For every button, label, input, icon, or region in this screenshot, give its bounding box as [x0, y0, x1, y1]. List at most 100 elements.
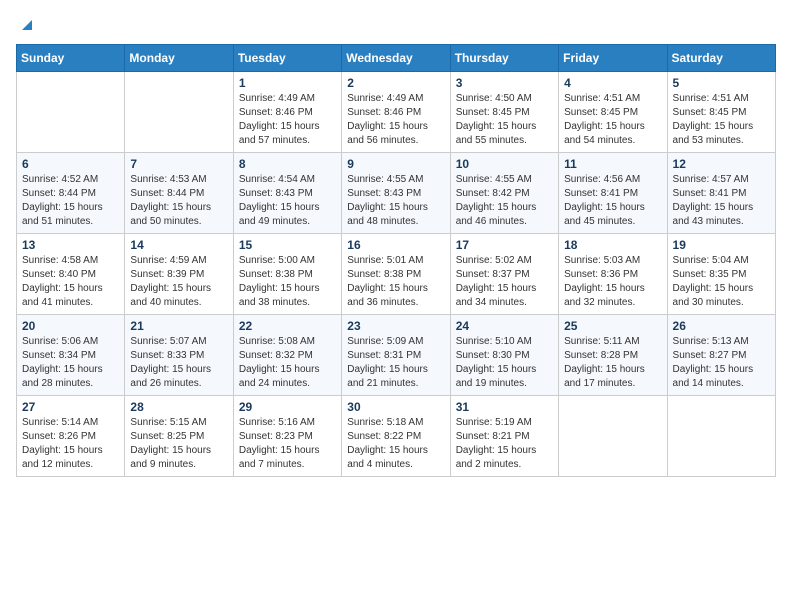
day-number: 26	[673, 319, 770, 333]
calendar-table: SundayMondayTuesdayWednesdayThursdayFrid…	[16, 44, 776, 477]
calendar-cell: 7 Sunrise: 4:53 AM Sunset: 8:44 PM Daylig…	[125, 153, 233, 234]
day-info: Sunrise: 5:03 AM Sunset: 8:36 PM Dayligh…	[564, 254, 661, 310]
week-row-2: 6Sunrise: 4:52 AM Sunset: 8:44 PM Daylig…	[17, 153, 776, 234]
day-number: 24	[456, 319, 553, 333]
calendar-cell: 28 Sunrise: 5:15 AM Sunset: 8:25 PM Dayli…	[125, 396, 233, 477]
day-number: 19	[673, 238, 770, 252]
day-info: Sunrise: 4:59 AM Sunset: 8:39 PM Dayligh…	[130, 254, 227, 310]
logo	[16, 16, 36, 34]
calendar-cell: 29Sunrise: 5:16 AM Sunset: 8:23 PM Dayli…	[233, 396, 341, 477]
calendar-cell: 27Sunrise: 5:14 AM Sunset: 8:26 PM Dayli…	[17, 396, 125, 477]
calendar-cell: 16 Sunrise: 5:01 AM Sunset: 8:38 PM Dayli…	[342, 234, 450, 315]
day-info: Sunrise: 4:55 AM Sunset: 8:43 PM Dayligh…	[347, 173, 444, 229]
day-info: Sunrise: 5:16 AM Sunset: 8:23 PM Dayligh…	[239, 416, 336, 472]
calendar-cell: 22Sunrise: 5:08 AM Sunset: 8:32 PM Dayli…	[233, 315, 341, 396]
day-info: Sunrise: 5:02 AM Sunset: 8:37 PM Dayligh…	[456, 254, 553, 310]
day-number: 31	[456, 400, 553, 414]
calendar-cell: 12 Sunrise: 4:57 AM Sunset: 8:41 PM Dayli…	[667, 153, 775, 234]
calendar-cell: 8Sunrise: 4:54 AM Sunset: 8:43 PM Daylig…	[233, 153, 341, 234]
day-number: 11	[564, 157, 661, 171]
day-number: 1	[239, 76, 336, 90]
day-info: Sunrise: 4:56 AM Sunset: 8:41 PM Dayligh…	[564, 173, 661, 229]
calendar-cell	[559, 396, 667, 477]
calendar-cell	[667, 396, 775, 477]
day-number: 28	[130, 400, 227, 414]
calendar-cell: 2Sunrise: 4:49 AM Sunset: 8:46 PM Daylig…	[342, 72, 450, 153]
calendar-cell: 6Sunrise: 4:52 AM Sunset: 8:44 PM Daylig…	[17, 153, 125, 234]
page-header	[16, 16, 776, 34]
calendar-cell: 11 Sunrise: 4:56 AM Sunset: 8:41 PM Dayli…	[559, 153, 667, 234]
week-row-3: 13 Sunrise: 4:58 AM Sunset: 8:40 PM Dayli…	[17, 234, 776, 315]
day-info: Sunrise: 4:51 AM Sunset: 8:45 PM Dayligh…	[673, 92, 770, 148]
day-info: Sunrise: 5:19 AM Sunset: 8:21 PM Dayligh…	[456, 416, 553, 472]
day-header-saturday: Saturday	[667, 45, 775, 72]
day-number: 6	[22, 157, 119, 171]
day-header-monday: Monday	[125, 45, 233, 72]
day-number: 18	[564, 238, 661, 252]
calendar-cell: 1 Sunrise: 4:49 AM Sunset: 8:46 PM Daylig…	[233, 72, 341, 153]
day-header-sunday: Sunday	[17, 45, 125, 72]
day-number: 15	[239, 238, 336, 252]
day-info: Sunrise: 5:01 AM Sunset: 8:38 PM Dayligh…	[347, 254, 444, 310]
calendar-cell	[125, 72, 233, 153]
day-info: Sunrise: 5:08 AM Sunset: 8:32 PM Dayligh…	[239, 335, 336, 391]
day-info: Sunrise: 4:58 AM Sunset: 8:40 PM Dayligh…	[22, 254, 119, 310]
day-info: Sunrise: 5:18 AM Sunset: 8:22 PM Dayligh…	[347, 416, 444, 472]
day-header-wednesday: Wednesday	[342, 45, 450, 72]
calendar-cell: 14 Sunrise: 4:59 AM Sunset: 8:39 PM Dayli…	[125, 234, 233, 315]
day-info: Sunrise: 4:53 AM Sunset: 8:44 PM Dayligh…	[130, 173, 227, 229]
day-header-friday: Friday	[559, 45, 667, 72]
day-number: 13	[22, 238, 119, 252]
day-info: Sunrise: 5:09 AM Sunset: 8:31 PM Dayligh…	[347, 335, 444, 391]
day-number: 23	[347, 319, 444, 333]
day-header-thursday: Thursday	[450, 45, 558, 72]
week-row-1: 1 Sunrise: 4:49 AM Sunset: 8:46 PM Daylig…	[17, 72, 776, 153]
calendar-header-row: SundayMondayTuesdayWednesdayThursdayFrid…	[17, 45, 776, 72]
day-info: Sunrise: 4:49 AM Sunset: 8:46 PM Dayligh…	[347, 92, 444, 148]
calendar-cell	[17, 72, 125, 153]
day-header-tuesday: Tuesday	[233, 45, 341, 72]
calendar-cell: 24 Sunrise: 5:10 AM Sunset: 8:30 PM Dayli…	[450, 315, 558, 396]
calendar-cell: 9 Sunrise: 4:55 AM Sunset: 8:43 PM Daylig…	[342, 153, 450, 234]
day-info: Sunrise: 4:54 AM Sunset: 8:43 PM Dayligh…	[239, 173, 336, 229]
day-info: Sunrise: 4:55 AM Sunset: 8:42 PM Dayligh…	[456, 173, 553, 229]
day-number: 17	[456, 238, 553, 252]
week-row-5: 27Sunrise: 5:14 AM Sunset: 8:26 PM Dayli…	[17, 396, 776, 477]
calendar-cell: 31 Sunrise: 5:19 AM Sunset: 8:21 PM Dayli…	[450, 396, 558, 477]
day-number: 14	[130, 238, 227, 252]
day-number: 7	[130, 157, 227, 171]
day-number: 20	[22, 319, 119, 333]
day-info: Sunrise: 4:49 AM Sunset: 8:46 PM Dayligh…	[239, 92, 336, 148]
day-number: 3	[456, 76, 553, 90]
calendar-cell: 13 Sunrise: 4:58 AM Sunset: 8:40 PM Dayli…	[17, 234, 125, 315]
calendar-cell: 3 Sunrise: 4:50 AM Sunset: 8:45 PM Daylig…	[450, 72, 558, 153]
calendar-cell: 10Sunrise: 4:55 AM Sunset: 8:42 PM Dayli…	[450, 153, 558, 234]
calendar-cell: 30 Sunrise: 5:18 AM Sunset: 8:22 PM Dayli…	[342, 396, 450, 477]
day-info: Sunrise: 5:06 AM Sunset: 8:34 PM Dayligh…	[22, 335, 119, 391]
day-number: 12	[673, 157, 770, 171]
week-row-4: 20 Sunrise: 5:06 AM Sunset: 8:34 PM Dayli…	[17, 315, 776, 396]
day-number: 4	[564, 76, 661, 90]
day-number: 30	[347, 400, 444, 414]
day-info: Sunrise: 5:11 AM Sunset: 8:28 PM Dayligh…	[564, 335, 661, 391]
calendar-cell: 19Sunrise: 5:04 AM Sunset: 8:35 PM Dayli…	[667, 234, 775, 315]
day-number: 21	[130, 319, 227, 333]
logo-icon	[18, 16, 36, 34]
day-info: Sunrise: 4:50 AM Sunset: 8:45 PM Dayligh…	[456, 92, 553, 148]
day-info: Sunrise: 5:13 AM Sunset: 8:27 PM Dayligh…	[673, 335, 770, 391]
day-number: 9	[347, 157, 444, 171]
day-info: Sunrise: 4:57 AM Sunset: 8:41 PM Dayligh…	[673, 173, 770, 229]
calendar-cell: 18 Sunrise: 5:03 AM Sunset: 8:36 PM Dayli…	[559, 234, 667, 315]
calendar-cell: 15Sunrise: 5:00 AM Sunset: 8:38 PM Dayli…	[233, 234, 341, 315]
day-info: Sunrise: 4:51 AM Sunset: 8:45 PM Dayligh…	[564, 92, 661, 148]
day-number: 5	[673, 76, 770, 90]
calendar-cell: 25Sunrise: 5:11 AM Sunset: 8:28 PM Dayli…	[559, 315, 667, 396]
calendar-cell: 4 Sunrise: 4:51 AM Sunset: 8:45 PM Daylig…	[559, 72, 667, 153]
day-info: Sunrise: 5:14 AM Sunset: 8:26 PM Dayligh…	[22, 416, 119, 472]
calendar-cell: 20 Sunrise: 5:06 AM Sunset: 8:34 PM Dayli…	[17, 315, 125, 396]
calendar-cell: 5 Sunrise: 4:51 AM Sunset: 8:45 PM Daylig…	[667, 72, 775, 153]
day-number: 16	[347, 238, 444, 252]
calendar-cell: 17 Sunrise: 5:02 AM Sunset: 8:37 PM Dayli…	[450, 234, 558, 315]
day-info: Sunrise: 5:15 AM Sunset: 8:25 PM Dayligh…	[130, 416, 227, 472]
day-info: Sunrise: 5:10 AM Sunset: 8:30 PM Dayligh…	[456, 335, 553, 391]
